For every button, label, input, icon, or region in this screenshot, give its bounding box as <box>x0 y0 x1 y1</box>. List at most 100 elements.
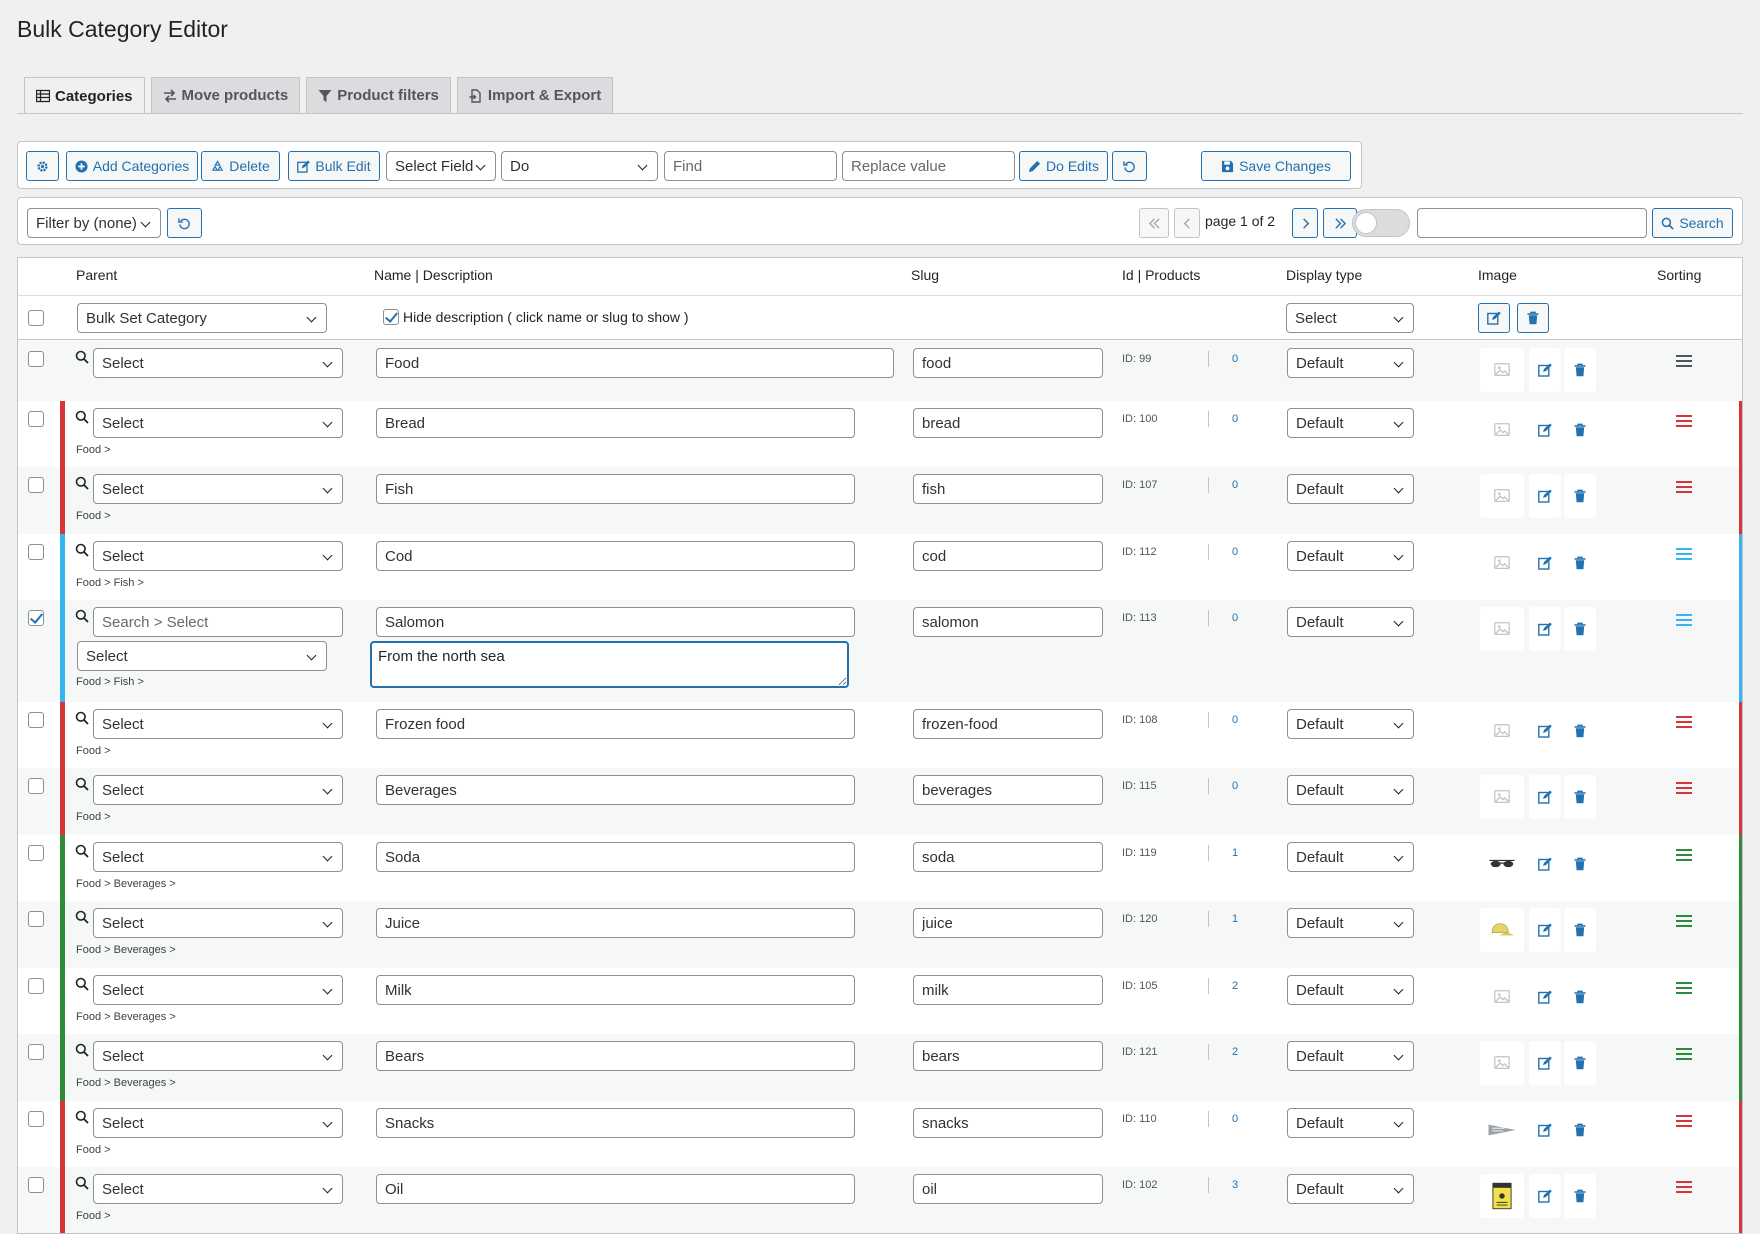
tab-move-products[interactable]: Move products <box>150 77 301 113</box>
display-type-dropdown[interactable]: Default <box>1287 1041 1414 1071</box>
search-icon[interactable] <box>75 777 89 791</box>
search-icon[interactable] <box>75 1043 89 1057</box>
display-type-dropdown[interactable]: Default <box>1287 348 1414 378</box>
display-type-dropdown[interactable]: Default <box>1287 1174 1414 1204</box>
edit-image-button[interactable] <box>1529 408 1561 452</box>
next-page-button[interactable] <box>1292 208 1318 238</box>
product-count[interactable]: 1 <box>1232 913 1238 925</box>
add-categories-button[interactable]: Add Categories <box>66 151 198 181</box>
parent-dropdown[interactable]: Select <box>93 348 343 378</box>
undo-button[interactable] <box>1112 151 1147 181</box>
display-type-dropdown[interactable]: Default <box>1287 709 1414 739</box>
name-input[interactable] <box>376 775 855 805</box>
delete-image-button[interactable] <box>1564 1041 1596 1085</box>
row-checkbox[interactable] <box>28 610 44 626</box>
drag-handle-icon[interactable] <box>1675 613 1693 627</box>
image-placeholder-icon[interactable] <box>1480 975 1524 1019</box>
product-count[interactable]: 0 <box>1232 353 1238 365</box>
do-dropdown[interactable]: Do <box>501 151 658 181</box>
parent-dropdown[interactable]: Select <box>93 1174 343 1204</box>
row-checkbox[interactable] <box>28 351 44 367</box>
slug-input[interactable] <box>913 541 1103 571</box>
tab-categories[interactable]: Categories <box>24 77 145 114</box>
search-icon[interactable] <box>75 1176 89 1190</box>
image-placeholder-icon[interactable] <box>1480 474 1524 518</box>
bulk-display-type-dropdown[interactable]: Select <box>1286 303 1414 333</box>
display-type-dropdown[interactable]: Default <box>1287 975 1414 1005</box>
tab-product-filters[interactable]: Product filters <box>306 77 451 113</box>
slug-input[interactable] <box>913 775 1103 805</box>
row-checkbox[interactable] <box>28 845 44 861</box>
select-all-checkbox[interactable] <box>28 310 44 326</box>
search-icon[interactable] <box>75 977 89 991</box>
name-input[interactable] <box>376 408 855 438</box>
first-page-button[interactable] <box>1139 208 1169 238</box>
edit-image-button[interactable] <box>1529 474 1561 518</box>
slug-input[interactable] <box>913 607 1103 637</box>
prev-page-button[interactable] <box>1174 208 1200 238</box>
select-field-dropdown[interactable]: Select Field <box>386 151 496 181</box>
drag-handle-icon[interactable] <box>1675 414 1693 428</box>
edit-image-button[interactable] <box>1529 709 1561 753</box>
find-input[interactable] <box>664 151 837 181</box>
product-count[interactable]: 0 <box>1232 1113 1238 1125</box>
bulk-edit-button[interactable]: Bulk Edit <box>288 151 380 181</box>
row-checkbox[interactable] <box>28 911 44 927</box>
parent-dropdown[interactable]: Select <box>93 908 343 938</box>
image-placeholder-icon[interactable] <box>1480 541 1524 585</box>
drag-handle-icon[interactable] <box>1675 354 1693 368</box>
display-type-dropdown[interactable]: Default <box>1287 775 1414 805</box>
delete-image-button[interactable] <box>1564 842 1596 886</box>
display-type-dropdown[interactable]: Default <box>1287 842 1414 872</box>
bulk-delete-image-button[interactable] <box>1517 303 1549 333</box>
image-placeholder-icon[interactable] <box>1480 709 1524 753</box>
parent-search-input[interactable] <box>93 607 343 637</box>
delete-image-button[interactable] <box>1564 709 1596 753</box>
edit-image-button[interactable] <box>1529 1174 1561 1218</box>
drag-handle-icon[interactable] <box>1675 547 1693 561</box>
search-button[interactable]: Search <box>1652 208 1733 238</box>
edit-image-button[interactable] <box>1529 541 1561 585</box>
image-placeholder-icon[interactable] <box>1480 1041 1524 1085</box>
drag-handle-icon[interactable] <box>1675 981 1693 995</box>
reset-filter-button[interactable] <box>167 208 202 238</box>
bulk-edit-image-button[interactable] <box>1478 303 1510 333</box>
name-input[interactable] <box>376 709 855 739</box>
parent-dropdown[interactable]: Select <box>77 641 327 671</box>
save-changes-button[interactable]: Save Changes <box>1201 151 1351 181</box>
row-checkbox[interactable] <box>28 1177 44 1193</box>
product-count[interactable]: 0 <box>1232 612 1238 624</box>
edit-image-button[interactable] <box>1529 607 1561 651</box>
drag-handle-icon[interactable] <box>1675 1047 1693 1061</box>
delete-image-button[interactable] <box>1564 908 1596 952</box>
delete-image-button[interactable] <box>1564 607 1596 651</box>
delete-image-button[interactable] <box>1564 1174 1596 1218</box>
hide-description-option[interactable]: Hide description ( click name or slug to… <box>383 309 689 325</box>
display-type-dropdown[interactable]: Default <box>1287 541 1414 571</box>
slug-input[interactable] <box>913 709 1103 739</box>
search-icon[interactable] <box>75 350 89 364</box>
name-input[interactable] <box>376 842 855 872</box>
parent-dropdown[interactable]: Select <box>93 775 343 805</box>
slug-input[interactable] <box>913 348 1103 378</box>
parent-dropdown[interactable]: Select <box>93 709 343 739</box>
display-type-dropdown[interactable]: Default <box>1287 908 1414 938</box>
pennant-icon[interactable] <box>1480 1108 1524 1152</box>
row-checkbox[interactable] <box>28 544 44 560</box>
edit-image-button[interactable] <box>1529 1108 1561 1152</box>
drag-handle-icon[interactable] <box>1675 914 1693 928</box>
delete-image-button[interactable] <box>1564 474 1596 518</box>
search-icon[interactable] <box>75 711 89 725</box>
product-count[interactable]: 1 <box>1232 847 1238 859</box>
parent-dropdown[interactable]: Select <box>93 842 343 872</box>
image-placeholder-icon[interactable] <box>1480 607 1524 651</box>
filter-dropdown[interactable]: Filter by (none) <box>27 208 161 238</box>
drag-handle-icon[interactable] <box>1675 848 1693 862</box>
name-input[interactable] <box>376 908 855 938</box>
search-input[interactable] <box>1417 208 1647 238</box>
drag-handle-icon[interactable] <box>1675 480 1693 494</box>
product-count[interactable]: 0 <box>1232 780 1238 792</box>
hide-description-checkbox[interactable] <box>383 309 399 325</box>
search-icon[interactable] <box>75 1110 89 1124</box>
parent-dropdown[interactable]: Select <box>93 541 343 571</box>
